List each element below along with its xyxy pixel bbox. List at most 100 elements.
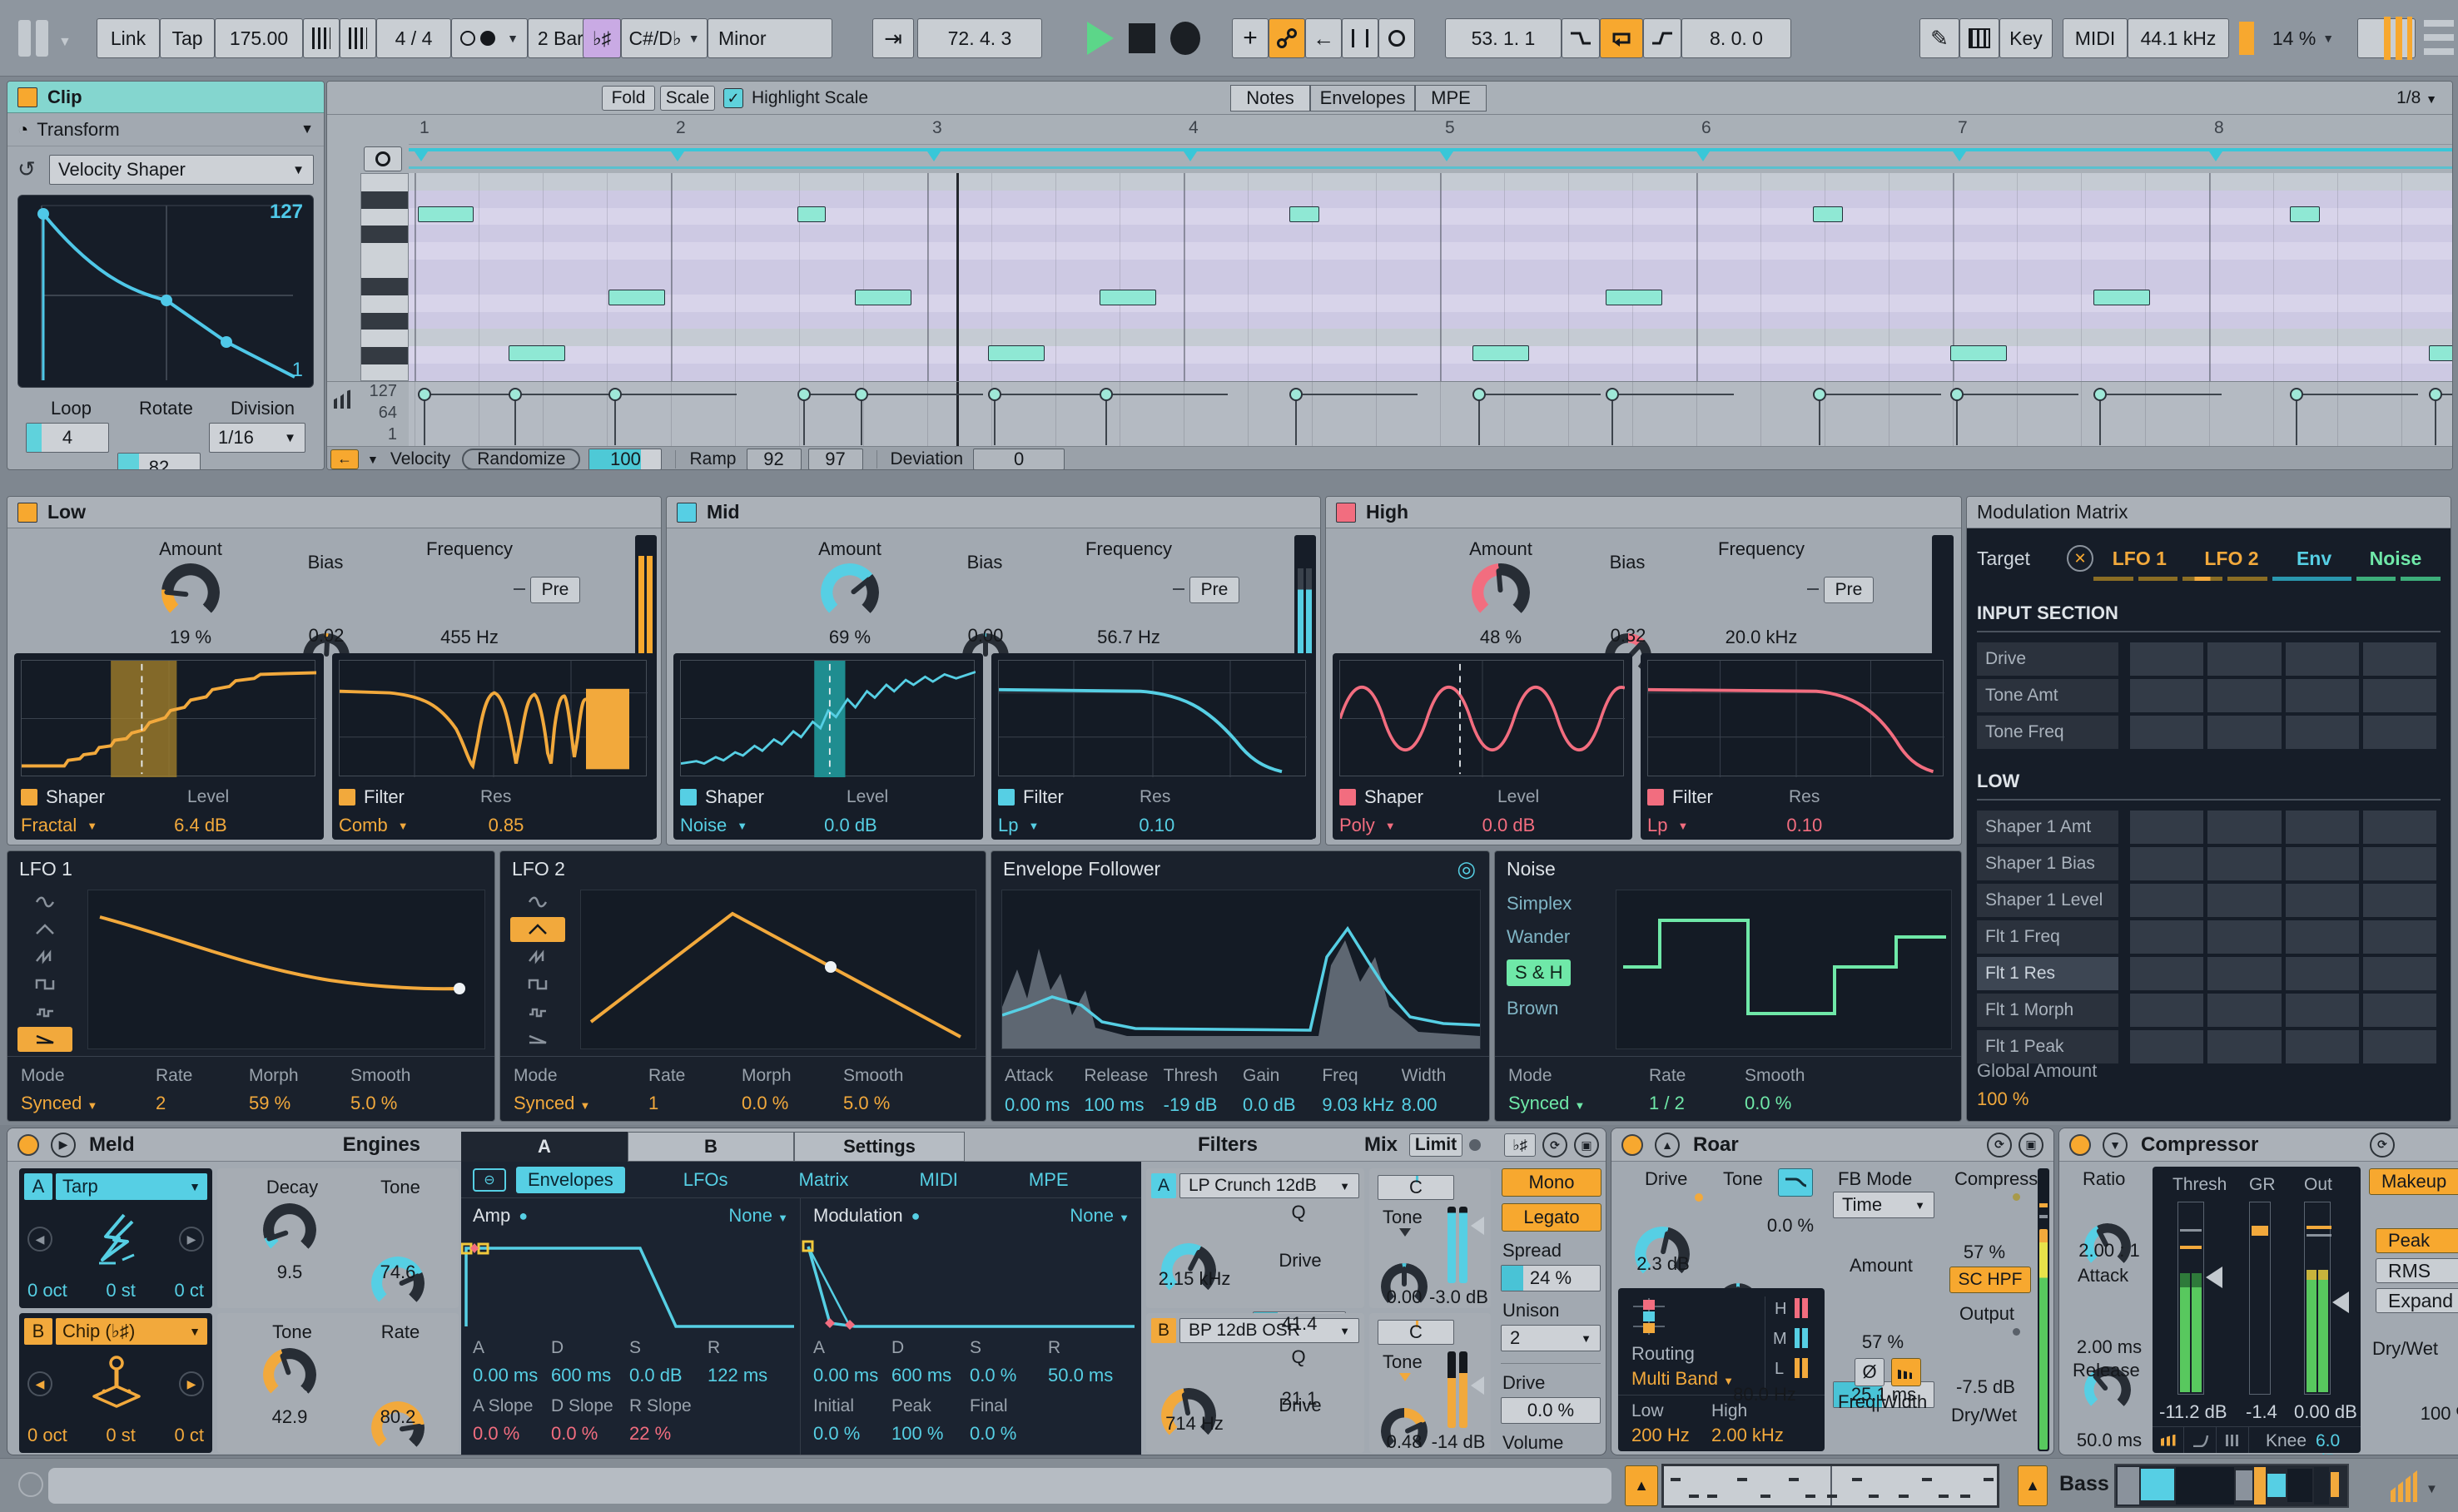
low-shaper-type-menu[interactable]: Fractal — [21, 815, 77, 836]
midi-note[interactable] — [1100, 290, 1156, 305]
subtab-envelopes[interactable]: Envelopes — [516, 1167, 625, 1193]
tab-envelopes[interactable]: Envelopes — [1310, 85, 1415, 112]
matrix-cell[interactable] — [2286, 920, 2359, 954]
mid-amount-value[interactable]: 69 % — [817, 627, 883, 648]
output-meter-icon[interactable] — [2391, 1470, 2417, 1502]
matrix-cell[interactable] — [2286, 1030, 2359, 1063]
low-shaper-swatch[interactable] — [21, 789, 37, 806]
unison-menu[interactable]: 2▼ — [1501, 1325, 1601, 1351]
midi-note[interactable] — [608, 290, 665, 305]
roar-fb-mode-menu[interactable]: Time▼ — [1833, 1192, 1934, 1218]
punch-in-button[interactable] — [1562, 18, 1600, 58]
env-param-value[interactable]: 8.00 — [1402, 1094, 1481, 1116]
engine-a-k1-value[interactable]: 9.5 — [261, 1262, 319, 1283]
high-filter-display[interactable]: Filter Res Lp ▼ 0.10 — [1641, 653, 1952, 840]
engine-a-badge[interactable]: A — [24, 1173, 52, 1200]
roar-save-icon[interactable]: ▣ — [2019, 1133, 2043, 1158]
matrix-row-label[interactable]: Flt 1 Res — [1977, 957, 2118, 990]
computer-midi-keyboard-button[interactable] — [1959, 18, 1999, 58]
low-filter-type-menu[interactable]: Comb — [339, 815, 388, 836]
comp-ratio-value[interactable]: 2.00 : 1 — [2074, 1240, 2144, 1262]
high-filter-swatch[interactable] — [1647, 789, 1664, 806]
roar-high-value[interactable]: 2.00 kHz — [1711, 1425, 1784, 1446]
matrix-cell[interactable] — [2130, 847, 2203, 880]
ramp-wave-icon[interactable] — [510, 1027, 565, 1052]
arrangement-position-field[interactable]: 72. 4. 3 — [917, 18, 1042, 58]
engine-a-ct[interactable]: 0 ct — [175, 1280, 204, 1301]
matrix-cell[interactable] — [2286, 679, 2359, 712]
roar-sc-hpf-button[interactable]: SC HPF — [1949, 1267, 2031, 1293]
lfo1-morph-value[interactable]: 59 % — [249, 1093, 290, 1114]
roar-compress-value[interactable]: 57 % — [1961, 1242, 2008, 1263]
stop-button[interactable] — [1129, 23, 1155, 53]
low-filter-display[interactable]: Filter Res Comb ▼ 0.85 — [332, 653, 655, 840]
meld-save-icon[interactable]: ▣ — [1574, 1133, 1599, 1158]
matrix-cell[interactable] — [2207, 957, 2281, 990]
matrix-cell[interactable] — [2207, 1030, 2281, 1063]
low-amount-knob[interactable] — [161, 563, 220, 622]
matrix-cell[interactable] — [2363, 847, 2436, 880]
noise-algo-sh[interactable]: S & H — [1507, 959, 1571, 986]
mod-adsr-value[interactable]: 50.0 ms — [1048, 1365, 1126, 1386]
matrix-row-label[interactable]: Shaper 1 Amt — [1977, 811, 2118, 844]
tempo-nudge-up-button[interactable] — [340, 18, 376, 58]
env-param-value[interactable]: -19 dB — [1164, 1094, 1243, 1116]
high-filter-type-menu[interactable]: Lp — [1647, 815, 1667, 836]
noise-rate-value[interactable]: 1 / 2 — [1649, 1093, 1685, 1114]
filter-b-type-menu[interactable]: BP 12dB OSR▼ — [1179, 1318, 1359, 1343]
square-wave-icon[interactable] — [17, 972, 72, 997]
comp-attack-value[interactable]: 2.00 ms — [2074, 1336, 2144, 1358]
midi-note[interactable] — [2429, 345, 2453, 361]
comp-power-button[interactable] — [2069, 1134, 2091, 1156]
mod-adsr-value[interactable]: 0.0 % — [970, 1365, 1048, 1386]
triangle-wave-icon[interactable] — [510, 917, 565, 942]
legato-button[interactable]: Legato — [1502, 1203, 1601, 1232]
rotate-field[interactable]: 82 — [117, 453, 201, 470]
filter-b-badge[interactable]: B — [1151, 1318, 1176, 1343]
comp-knee-value[interactable]: 6.0 dB — [2316, 1431, 2361, 1455]
matrix-cell[interactable] — [2207, 884, 2281, 917]
engine-a-menu[interactable]: Tarp▼ — [56, 1173, 207, 1200]
lfo2-smooth-value[interactable]: 5.0 % — [843, 1093, 890, 1114]
matrix-row-label[interactable]: Flt 1 Freq — [1977, 920, 2118, 954]
matrix-cell[interactable] — [2363, 642, 2436, 676]
midi-indicator-button[interactable]: MIDI — [2063, 18, 2128, 58]
clip-overview-minimap[interactable] — [1661, 1464, 1999, 1508]
midi-note[interactable] — [509, 345, 565, 361]
roar-tone-value[interactable]: 0.0 % — [1763, 1215, 1818, 1237]
comp-peak-button[interactable]: Peak — [2376, 1228, 2458, 1253]
comp-view-sidechain-button[interactable] — [2217, 1427, 2249, 1453]
tab-notes[interactable]: Notes — [1230, 85, 1310, 112]
draw-mode-button[interactable]: ✎ — [1919, 18, 1959, 58]
amp-envelope-graph[interactable] — [461, 1233, 801, 1333]
roar-routing-menu[interactable]: Multi Band ▼ — [1631, 1368, 1734, 1390]
engine-a-oct[interactable]: 0 oct — [27, 1280, 67, 1301]
noise-algo-wander[interactable]: Wander — [1507, 926, 1572, 948]
matrix-row-label[interactable]: Drive — [1977, 642, 2118, 676]
logo-menu-caret[interactable]: ▼ — [58, 35, 72, 50]
scale-root-menu[interactable]: C#/D♭▼ — [621, 18, 708, 58]
matrix-cell[interactable] — [2363, 1030, 2436, 1063]
clip-color-swatch[interactable] — [17, 87, 37, 107]
matrix-cell[interactable] — [2363, 716, 2436, 749]
re-enable-automation-button[interactable]: ← — [1305, 18, 1342, 58]
matrix-row-label[interactable]: Tone Freq — [1977, 716, 2118, 749]
engine-b-prev-button[interactable]: ◀ — [27, 1371, 52, 1396]
mid-filter-display[interactable]: Filter Res Lp ▼ 0.10 — [991, 653, 1314, 840]
note-grid[interactable] — [409, 173, 2453, 381]
matrix-cell[interactable] — [2286, 847, 2359, 880]
subtab-midi[interactable]: MIDI — [919, 1169, 957, 1191]
meld-tab-b[interactable]: B — [628, 1132, 794, 1162]
matrix-cell[interactable] — [2363, 679, 2436, 712]
matrix-cell[interactable] — [2286, 884, 2359, 917]
engine-a-k1-knob[interactable] — [263, 1203, 316, 1257]
env-param-value[interactable]: 0.00 ms — [1005, 1094, 1084, 1116]
matrix-cell[interactable] — [2363, 957, 2436, 990]
mix-a-gain-handle[interactable] — [1471, 1217, 1484, 1235]
matrix-cell[interactable] — [2207, 679, 2281, 712]
midi-note[interactable] — [855, 290, 911, 305]
low-filter-swatch[interactable] — [339, 789, 355, 806]
randomize-button[interactable]: Randomize — [462, 449, 580, 470]
amp-adsr-value[interactable]: 122 ms — [708, 1365, 786, 1386]
roar-phase-button[interactable]: Ø — [1855, 1358, 1884, 1386]
